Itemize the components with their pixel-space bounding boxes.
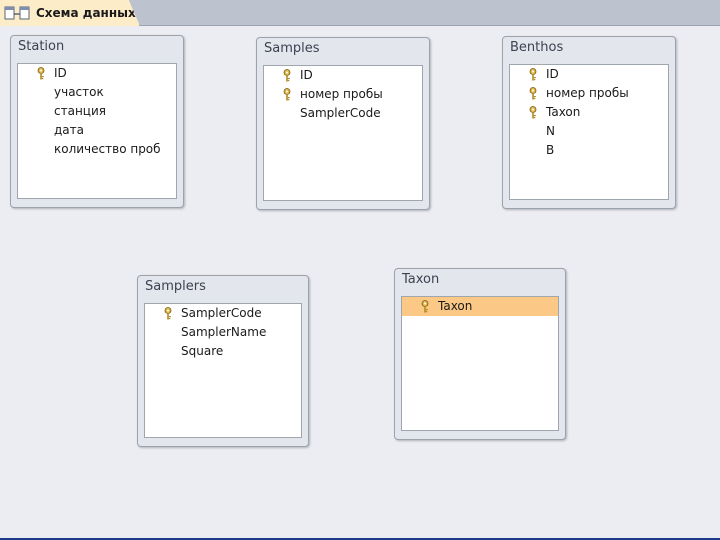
primary-key-icon [421, 300, 429, 313]
primary-key-icon [529, 106, 537, 119]
field-row[interactable]: B [510, 141, 668, 160]
field-list[interactable]: ID номер пробы Taxon N B [509, 64, 669, 200]
field-row[interactable]: Square [145, 342, 301, 361]
field-row[interactable]: ID [510, 65, 668, 84]
tab-label: Схема данных [36, 6, 136, 20]
table-samples[interactable]: Samples ID номер пробы SamplerCode [256, 37, 430, 210]
field-name: N [546, 124, 555, 138]
table-title[interactable]: Taxon [402, 272, 439, 287]
field-name: Taxon [438, 299, 473, 313]
field-row[interactable]: SamplerName [145, 323, 301, 342]
table-benthos[interactable]: Benthos ID номер пробы Taxon N B [502, 36, 676, 209]
primary-key-icon [283, 88, 291, 101]
field-name: Taxon [546, 105, 581, 119]
relationships-icon [4, 6, 30, 20]
field-row[interactable]: номер пробы [264, 85, 422, 104]
field-row[interactable]: участок [18, 83, 176, 102]
field-name: Square [181, 344, 224, 358]
table-title[interactable]: Samples [264, 41, 320, 56]
field-name: ID [546, 67, 559, 81]
field-list[interactable]: Taxon [401, 296, 559, 431]
field-row[interactable]: SamplerCode [264, 104, 422, 123]
field-name: SamplerName [181, 325, 267, 339]
field-list[interactable]: SamplerCode SamplerName Square [144, 303, 302, 438]
field-name: ID [300, 68, 313, 82]
table-title[interactable]: Benthos [510, 40, 563, 55]
field-name: номер пробы [546, 86, 629, 100]
field-row[interactable]: Taxon [510, 103, 668, 122]
table-taxon[interactable]: Taxon Taxon [394, 268, 566, 440]
field-list[interactable]: ID участок станция дата количество проб [17, 63, 177, 199]
field-row[interactable]: станция [18, 102, 176, 121]
primary-key-icon [37, 67, 45, 80]
field-row[interactable]: ID [18, 64, 176, 83]
primary-key-icon [283, 69, 291, 82]
field-row[interactable]: количество проб [18, 140, 176, 159]
field-name: дата [54, 123, 84, 137]
field-row[interactable]: дата [18, 121, 176, 140]
primary-key-icon [529, 68, 537, 81]
table-title[interactable]: Samplers [145, 279, 206, 294]
table-samplers[interactable]: Samplers SamplerCode SamplerName Square [137, 275, 309, 447]
field-row[interactable]: номер пробы [510, 84, 668, 103]
field-name: ID [54, 66, 67, 80]
field-name: участок [54, 85, 104, 99]
table-title[interactable]: Station [18, 39, 64, 54]
field-row[interactable]: N [510, 122, 668, 141]
field-name: SamplerCode [181, 306, 262, 320]
field-row[interactable]: ID [264, 66, 422, 85]
field-row-selected[interactable]: Taxon [402, 297, 558, 316]
primary-key-icon [164, 307, 172, 320]
field-name: станция [54, 104, 106, 118]
tab-relationships[interactable]: Схема данных [0, 0, 140, 26]
document-tab-bar: Схема данных [0, 0, 720, 26]
table-station[interactable]: Station ID участок станция дата количест… [10, 35, 184, 208]
field-row[interactable]: SamplerCode [145, 304, 301, 323]
field-name: количество проб [54, 142, 161, 156]
field-list[interactable]: ID номер пробы SamplerCode [263, 65, 423, 201]
primary-key-icon [529, 87, 537, 100]
field-name: SamplerCode [300, 106, 381, 120]
field-name: B [546, 143, 555, 157]
field-name: номер пробы [300, 87, 383, 101]
